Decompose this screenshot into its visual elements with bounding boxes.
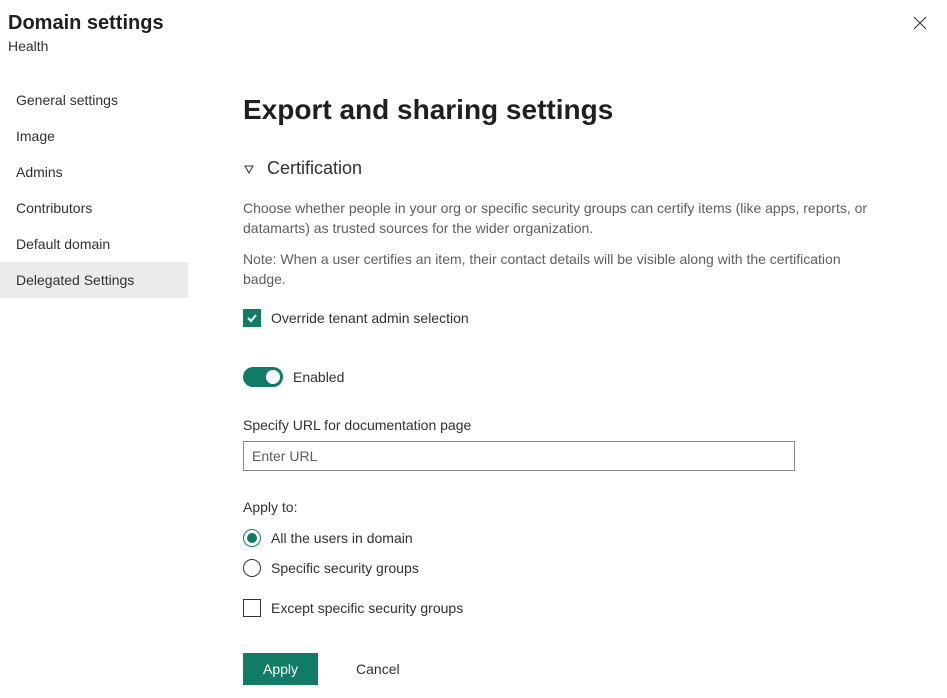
close-icon [913, 17, 927, 33]
sidebar-item-admins[interactable]: Admins [0, 154, 188, 190]
toggle-thumb [266, 370, 280, 384]
radio-specific-groups-label: Specific security groups [271, 560, 419, 576]
page-header-title: Domain settings [8, 12, 164, 35]
radio-all-users-label: All the users in domain [271, 530, 413, 546]
cancel-button[interactable]: Cancel [356, 661, 400, 677]
sidebar: General settings Image Admins Contributo… [0, 64, 188, 685]
sidebar-item-general-settings[interactable]: General settings [0, 82, 188, 118]
enabled-label: Enabled [293, 369, 344, 385]
enabled-toggle[interactable] [243, 367, 283, 387]
collapse-icon[interactable] [243, 163, 255, 175]
section-note: Note: When a user certifies an item, the… [243, 250, 887, 289]
close-button[interactable] [909, 12, 931, 36]
except-label: Except specific security groups [271, 600, 463, 616]
checkmark-icon [246, 312, 258, 324]
override-checkbox[interactable] [243, 309, 261, 327]
sidebar-item-delegated-settings[interactable]: Delegated Settings [0, 262, 188, 298]
sidebar-item-default-domain[interactable]: Default domain [0, 226, 188, 262]
except-checkbox[interactable] [243, 599, 261, 617]
radio-specific-groups[interactable] [243, 559, 261, 577]
sidebar-item-image[interactable]: Image [0, 118, 188, 154]
sidebar-item-contributors[interactable]: Contributors [0, 190, 188, 226]
radio-dot-icon [247, 533, 257, 543]
page-title: Export and sharing settings [243, 94, 887, 126]
page-header-subtitle: Health [0, 36, 947, 64]
section-description: Choose whether people in your org or spe… [243, 199, 887, 238]
url-input[interactable] [243, 441, 795, 471]
apply-button[interactable]: Apply [243, 653, 318, 685]
override-label: Override tenant admin selection [271, 310, 469, 326]
apply-to-label: Apply to: [243, 499, 887, 515]
radio-all-users[interactable] [243, 529, 261, 547]
url-field-label: Specify URL for documentation page [243, 417, 887, 433]
section-title: Certification [267, 158, 362, 179]
main-content: Export and sharing settings Certificatio… [188, 64, 947, 685]
